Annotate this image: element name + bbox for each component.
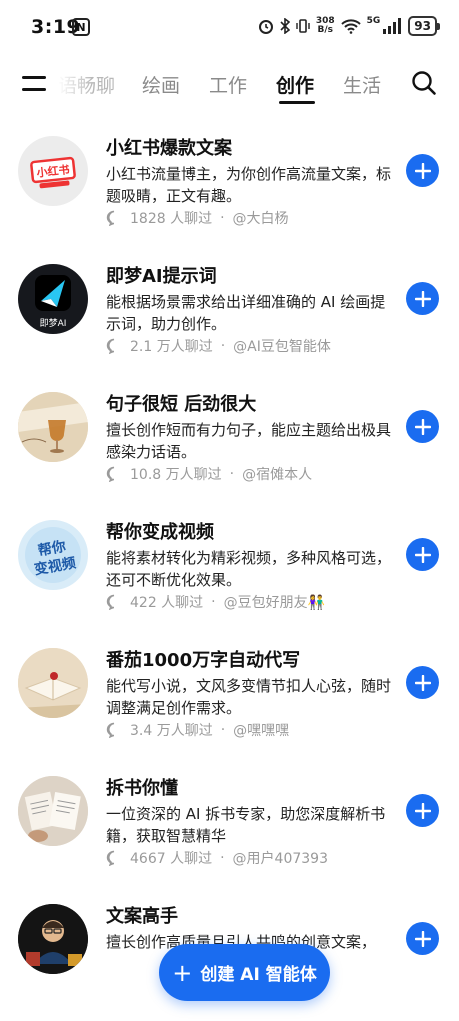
- active-tab-indicator: [279, 101, 315, 104]
- agent-card[interactable]: 即梦AI 即梦AI提示词 能根据场景需求给出详细准确的 AI 绘画提示词，助力创…: [0, 256, 459, 384]
- agent-title: 拆书你懂: [106, 778, 178, 799]
- chat-bubble-icon: [106, 850, 115, 866]
- jimeng-logo-icon: 即梦AI: [18, 264, 88, 334]
- agent-description: 一位资深的 AI 拆书专家，助您深度解析书籍，获取智慧精华: [106, 805, 386, 845]
- vibrate-icon: [296, 19, 310, 33]
- tab-chat[interactable]: 语畅聊: [58, 71, 115, 98]
- add-agent-button[interactable]: [406, 794, 439, 827]
- video-text-icon: 帮你 变视频: [18, 520, 88, 590]
- add-agent-button[interactable]: [406, 154, 439, 187]
- meta-separator: ·: [211, 594, 216, 610]
- agent-meta: 4667 人聊过 · @用户407393: [106, 848, 328, 868]
- agent-title: 小红书爆款文案: [106, 138, 232, 159]
- agent-card[interactable]: 番茄1000万字自动代写 能代写小说，文风多变情节扣人心弦，随时调整满足创作需求…: [0, 640, 459, 768]
- alarm-icon: [258, 20, 273, 34]
- open-book-icon: [18, 648, 88, 718]
- meta-separator: ·: [229, 466, 235, 482]
- meta-separator: ·: [220, 210, 225, 226]
- plus-icon: [414, 162, 431, 179]
- agent-author[interactable]: @大白杨: [233, 208, 289, 228]
- status-bar: 3:19 N 308 B/s 5G 93: [0, 0, 459, 56]
- agent-card[interactable]: 拆书你懂 一位资深的 AI 拆书专家，助您深度解析书籍，获取智慧精华 4667 …: [0, 768, 459, 896]
- chat-bubble-icon: [106, 594, 115, 610]
- agent-meta: 422 人聊过 · @豆包好朋友👫: [106, 592, 325, 612]
- plus-icon: [414, 930, 431, 947]
- category-tab-bar: 语畅聊 绘画 工作 创作 生活: [0, 60, 459, 110]
- chat-bubble-icon: [106, 466, 115, 482]
- writer-portrait-icon: [18, 904, 88, 974]
- agent-description: 能将素材转化为精彩视频，多种风格可选，还可不断优化效果。: [106, 549, 392, 589]
- plus-icon: +: [172, 958, 193, 987]
- menu-icon[interactable]: [22, 74, 46, 94]
- chat-count: 4667 人聊过: [130, 851, 213, 867]
- agent-meta: 10.8 万人聊过 · @宿傩本人: [106, 464, 312, 484]
- add-agent-button[interactable]: [406, 282, 439, 315]
- agent-card[interactable]: 帮你 变视频 帮你变成视频 能将素材转化为精彩视频，多种风格可选，还可不断优化效…: [0, 512, 459, 640]
- agent-description: 小红书流量博主，为你创作高流量文案，标题吸睛，正文有趣。: [106, 165, 392, 205]
- wifi-icon: [340, 19, 361, 34]
- add-agent-button[interactable]: [406, 538, 439, 571]
- plus-icon: [414, 674, 431, 691]
- plus-icon: [414, 290, 431, 307]
- meta-separator: ·: [220, 338, 226, 354]
- add-agent-button[interactable]: [406, 922, 439, 955]
- bluetooth-icon: [280, 18, 290, 34]
- agent-title: 帮你变成视频: [106, 522, 214, 543]
- agent-description: 能代写小说，文风多变情节扣人心弦，随时调整满足创作需求。: [106, 677, 392, 717]
- nfc-icon: N: [72, 18, 90, 36]
- add-agent-button[interactable]: [406, 410, 439, 443]
- agent-card[interactable]: 小红书 小红书爆款文案 小红书流量博主，为你创作高流量文案，标题吸睛，正文有趣。…: [0, 128, 459, 256]
- tab-creation[interactable]: 创作: [276, 71, 314, 98]
- avatar-label: 即梦AI: [40, 318, 67, 329]
- chat-count: 1828 人聊过: [130, 211, 213, 227]
- agent-author[interactable]: @嘿嘿嘿: [233, 720, 289, 740]
- chat-count: 3.4 万人聊过: [130, 723, 213, 739]
- chat-count: 10.8 万人聊过: [130, 467, 222, 483]
- tab-life[interactable]: 生活: [343, 71, 381, 98]
- create-agent-button[interactable]: + 创建 AI 智能体: [159, 944, 330, 1001]
- battery-indicator: 93: [408, 16, 440, 36]
- reading-book-icon: [18, 776, 88, 846]
- wine-glass-icon: [18, 392, 88, 462]
- plus-icon: [414, 546, 431, 563]
- signal-type: 5G: [366, 16, 381, 26]
- chat-bubble-icon: [106, 338, 115, 354]
- signal-icon: [383, 18, 402, 34]
- agent-description: 擅长创作短而有力句子，能应主题给出极具感染力话语。: [106, 421, 392, 461]
- xiaohongshu-logo-icon: 小红书: [18, 136, 88, 206]
- meta-separator: ·: [220, 722, 226, 738]
- agent-author[interactable]: @AI豆包智能体: [233, 336, 331, 356]
- chat-count: 422 人聊过: [130, 595, 204, 611]
- status-icons: 308 B/s 5G 93: [258, 16, 440, 36]
- net-speed-unit: B/s: [317, 25, 333, 35]
- search-icon[interactable]: [411, 70, 437, 96]
- agent-author[interactable]: @宿傩本人: [242, 464, 312, 484]
- agent-meta: 1828 人聊过 · @大白杨: [106, 208, 289, 228]
- agent-title: 句子很短 后劲很大: [106, 394, 257, 415]
- agent-description: 能根据场景需求给出详细准确的 AI 绘画提示词，助力创作。: [106, 293, 386, 333]
- chat-bubble-icon: [106, 722, 115, 738]
- agent-title: 番茄1000万字自动代写: [106, 650, 301, 671]
- plus-icon: [414, 418, 431, 435]
- meta-separator: ·: [220, 850, 225, 866]
- tab-painting[interactable]: 绘画: [142, 71, 180, 98]
- create-agent-label: 创建 AI 智能体: [200, 965, 317, 985]
- add-agent-button[interactable]: [406, 666, 439, 699]
- net-speed: 308 B/s: [316, 17, 335, 35]
- chat-bubble-icon: [106, 210, 115, 226]
- plus-icon: [414, 802, 431, 819]
- agent-author[interactable]: @用户407393: [233, 848, 328, 868]
- agent-card[interactable]: 句子很短 后劲很大 擅长创作短而有力句子，能应主题给出极具感染力话语。 10.8…: [0, 384, 459, 512]
- agent-meta: 3.4 万人聊过 · @嘿嘿嘿: [106, 720, 289, 740]
- agent-meta: 2.1 万人聊过 · @AI豆包智能体: [106, 336, 331, 356]
- agent-title: 文案高手: [106, 906, 178, 927]
- chat-count: 2.1 万人聊过: [130, 339, 213, 355]
- agent-title: 即梦AI提示词: [106, 266, 217, 287]
- tab-work[interactable]: 工作: [209, 71, 247, 98]
- agent-author[interactable]: @豆包好朋友👫: [224, 592, 325, 612]
